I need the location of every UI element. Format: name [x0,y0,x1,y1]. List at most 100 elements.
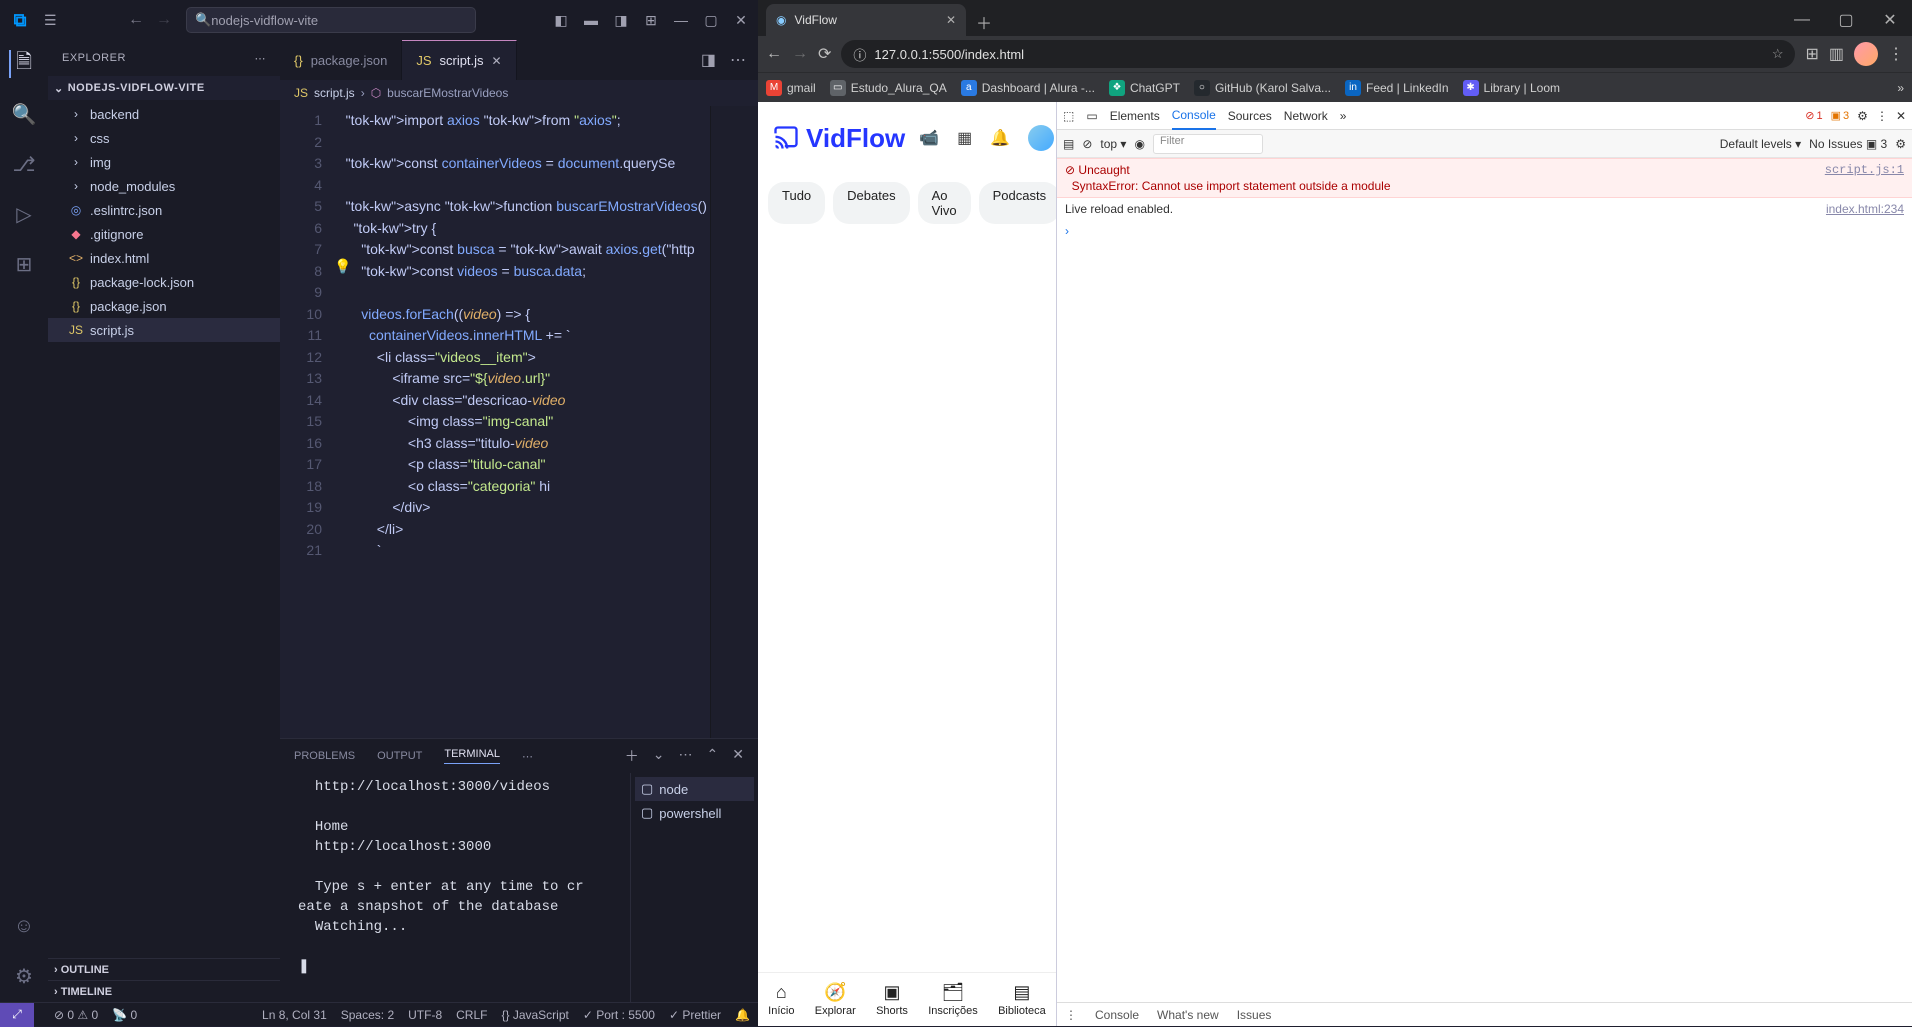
reload-icon[interactable]: ⟳ [818,44,831,64]
tab-elements[interactable]: Elements [1110,109,1160,123]
back-icon[interactable]: ← [766,45,782,63]
bookmark-Library | Loom[interactable]: ✱Library | Loom [1463,80,1560,96]
notifications-icon[interactable]: 🔔 [735,1008,750,1022]
file-index.html[interactable]: <>index.html [48,246,280,270]
menu-icon[interactable]: ⋮ [1888,44,1904,64]
cursor-pos[interactable]: Ln 8, Col 31 [262,1008,327,1022]
folder-node_modules[interactable]: ›node_modules [48,174,280,198]
layout-customize-icon[interactable]: ⊞ [642,12,660,29]
layout-panel-icon[interactable]: ▬ [582,12,600,29]
close-icon[interactable]: ✕ [732,12,750,29]
tab-problems[interactable]: PROBLEMS [294,750,355,762]
vidflow-logo[interactable]: VidFlow [772,123,905,154]
back-icon[interactable]: ← [128,11,144,29]
tab-console[interactable]: Console [1172,102,1216,130]
bookmark-Feed | LinkedIn[interactable]: inFeed | LinkedIn [1345,80,1449,96]
issues-link[interactable]: No Issues ▣ 3 [1809,137,1887,151]
console-log[interactable]: Live reload enabled.index.html:234 [1057,198,1912,220]
terminal-output[interactable]: http://localhost:3000/videos Home http:/… [280,773,630,1002]
layout-primary-icon[interactable]: ◧ [552,12,570,29]
eol[interactable]: CRLF [456,1008,487,1022]
tab-network[interactable]: Network [1284,109,1328,123]
prettier-status[interactable]: ✓ Prettier [669,1008,721,1022]
terminal-powershell[interactable]: ▢powershell [635,801,754,825]
tab-terminal[interactable]: TERMINAL [444,748,500,764]
tab-output[interactable]: OUTPUT [377,750,422,762]
settings-gear-icon[interactable]: ⚙ [10,962,38,990]
device-icon[interactable]: ▭ [1086,109,1097,123]
minimize-icon[interactable]: — [1780,4,1824,36]
account-icon[interactable]: ☺ [10,912,38,940]
bookmark-gmail[interactable]: Mgmail [766,80,816,96]
outline-section[interactable]: › OUTLINE [48,958,280,980]
profile-avatar[interactable] [1854,42,1878,66]
language-mode[interactable]: {} JavaScript [501,1008,568,1022]
drawer-tab-issues[interactable]: Issues [1237,1008,1272,1022]
layout-secondary-icon[interactable]: ◨ [612,12,630,29]
more-icon[interactable]: ⋯ [522,750,533,763]
console-filter-input[interactable]: Filter [1153,134,1263,154]
nav-Biblioteca[interactable]: ▤Biblioteca [998,982,1046,1017]
lightbulb-icon[interactable]: 💡 [334,258,351,275]
more-tabs-icon[interactable]: » [1340,109,1347,123]
file-script.js[interactable]: JSscript.js [48,318,280,342]
sidebar-toggle-icon[interactable]: ▤ [1063,137,1074,151]
nav-Explorar[interactable]: 🧭Explorar [815,982,856,1017]
bookmarks-overflow-icon[interactable]: » [1897,81,1904,95]
extensions-icon[interactable]: ⊞ [10,250,38,278]
folder-backend[interactable]: ›backend [48,102,280,126]
context-selector[interactable]: top ▾ [1100,137,1126,151]
explorer-icon[interactable]: 🗎 [9,50,37,78]
indent[interactable]: Spaces: 2 [341,1008,394,1022]
forward-icon[interactable]: → [792,45,808,63]
new-tab-button[interactable]: ＋ [970,8,998,36]
maximize-icon[interactable]: ▢ [1824,4,1868,36]
new-terminal-icon[interactable]: ＋ [625,746,639,766]
chip-Tudo[interactable]: Tudo [768,182,825,224]
extensions-icon[interactable]: ⊞ [1805,44,1818,64]
forward-icon[interactable]: → [156,11,172,29]
ports-icon[interactable]: 📡 0 [112,1008,137,1022]
bookmark-Estudo_Alura_QA[interactable]: ▭Estudo_Alura_QA [830,80,947,96]
console-output[interactable]: ⊘ Uncaught SyntaxError: Cannot use impor… [1057,158,1912,1002]
search-icon[interactable]: 🔍 [10,100,38,128]
browser-tab[interactable]: ◉ VidFlow ✕ [766,4,966,36]
timeline-section[interactable]: › TIMELINE [48,980,280,1002]
error-badge[interactable]: ⊘ 1 [1805,109,1822,122]
source-link[interactable]: index.html:234 [1826,201,1904,217]
close-tab-icon[interactable]: ✕ [492,54,502,68]
nav-Shorts[interactable]: ▣Shorts [876,982,908,1017]
source-link[interactable]: script.js:1 [1825,162,1904,194]
console-error[interactable]: ⊘ Uncaught SyntaxError: Cannot use impor… [1057,158,1912,198]
code-editor[interactable]: 123456789101112131415161718192021 💡 "tok… [280,106,758,738]
folder-css[interactable]: ›css [48,126,280,150]
video-camera-icon[interactable]: 📹 [919,128,939,148]
maximize-icon[interactable]: ▢ [702,12,720,29]
drawer-more-icon[interactable]: ⋮ [1065,1008,1077,1022]
minimize-icon[interactable]: — [672,12,690,29]
breadcrumb[interactable]: JS script.js › ⬡ buscarEMostrarVideos [280,80,758,106]
chip-Podcasts[interactable]: Podcasts [979,182,1060,224]
maximize-panel-icon[interactable]: ⌃ [707,746,719,766]
address-bar[interactable]: ⓘ 127.0.0.1:5500/index.html ☆ [841,40,1795,68]
inspect-icon[interactable]: ⬚ [1063,109,1074,123]
bell-icon[interactable]: 🔔 [990,128,1010,148]
chip-Debates[interactable]: Debates [833,182,909,224]
encoding[interactable]: UTF-8 [408,1008,442,1022]
console-prompt[interactable]: › [1057,220,1912,242]
nav-Início[interactable]: ⌂Início [768,982,794,1017]
source-control-icon[interactable]: ⎇ [10,150,38,178]
side-panel-icon[interactable]: ▥ [1829,44,1844,64]
file-.gitignore[interactable]: ◆.gitignore [48,222,280,246]
hamburger-icon[interactable]: ☰ [44,12,68,29]
file-package.json[interactable]: {}package.json [48,294,280,318]
terminal-node[interactable]: ▢node [635,777,754,801]
settings-gear-icon[interactable]: ⚙ [1857,109,1868,123]
eye-icon[interactable]: ◉ [1134,137,1144,151]
minimap[interactable] [710,106,758,738]
bookmark-star-icon[interactable]: ☆ [1772,46,1784,62]
bookmark-Dashboard | Alura -...[interactable]: aDashboard | Alura -... [961,80,1095,96]
more-icon[interactable]: ⋯ [255,52,267,65]
split-terminal-icon[interactable]: ⌄ [653,746,665,766]
console-settings-gear-icon[interactable]: ⚙ [1895,137,1906,151]
